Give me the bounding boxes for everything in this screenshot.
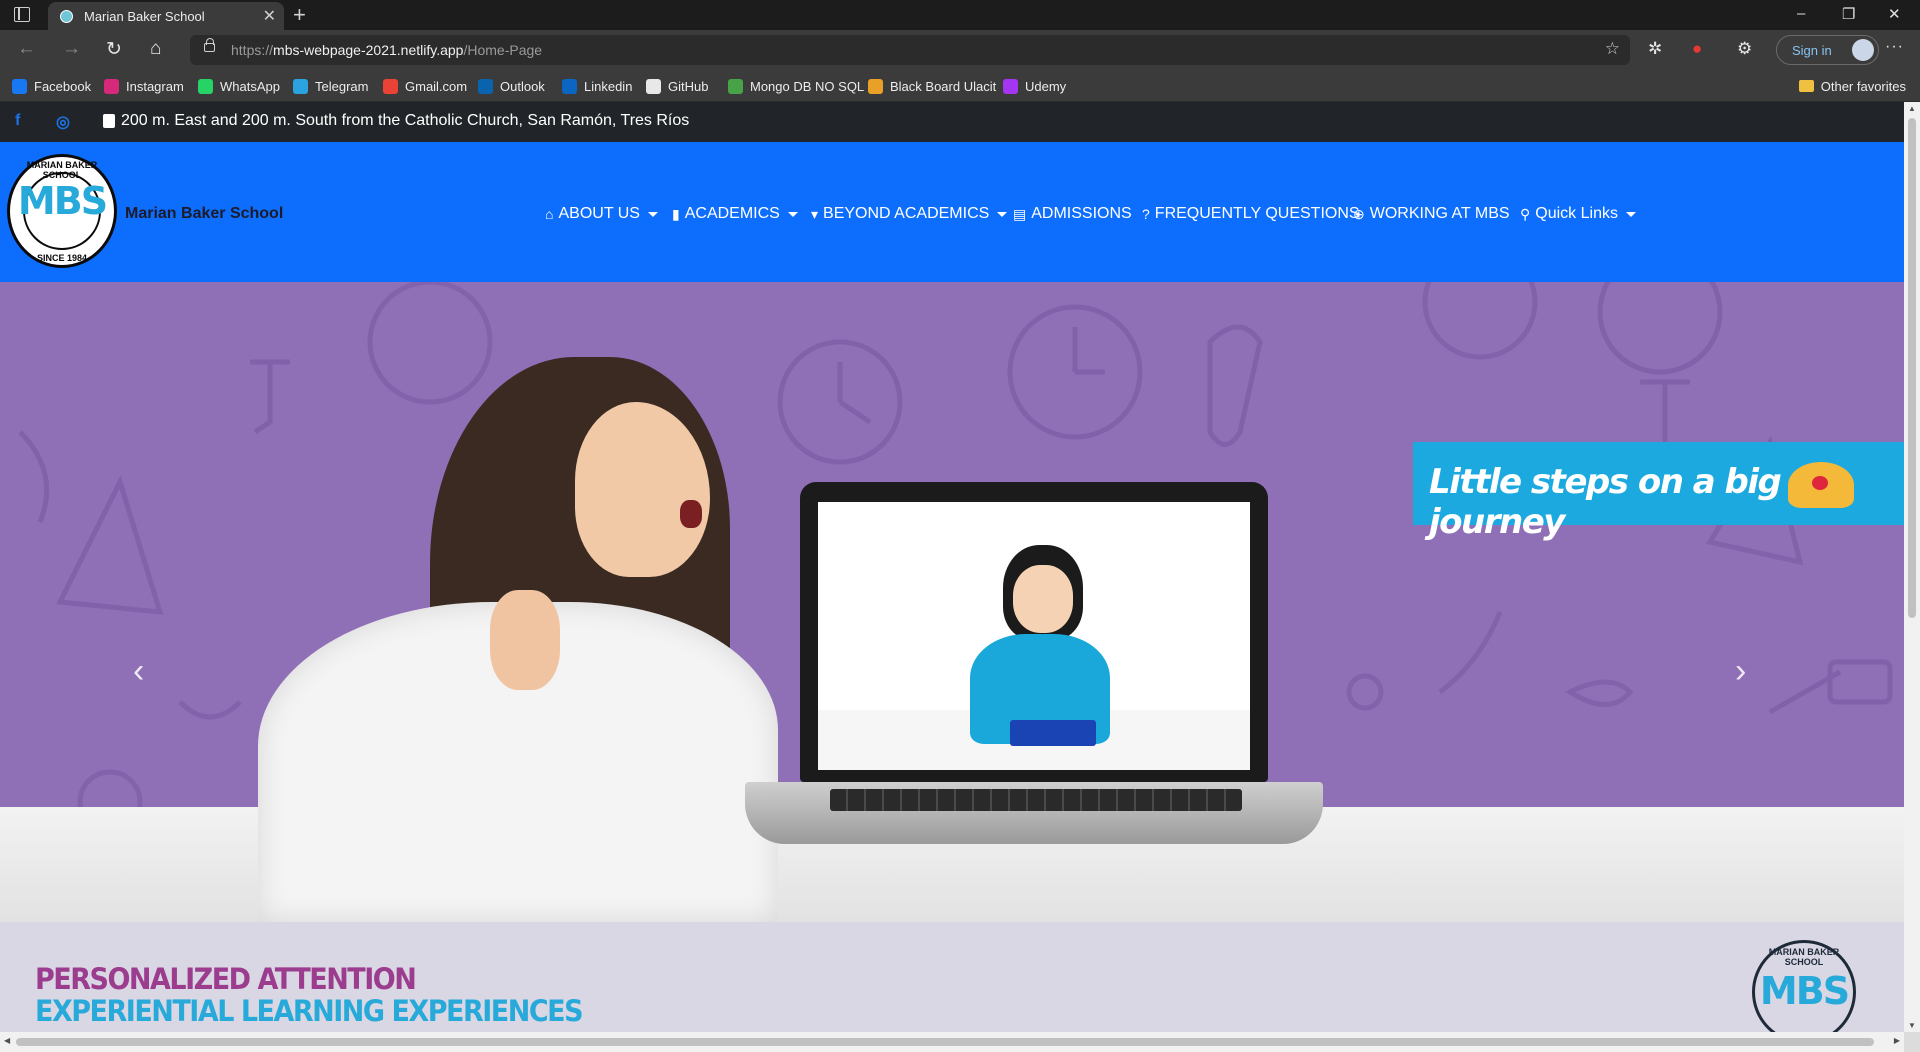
features-band: PERSONALIZED ATTENTION EXPERIENTIAL LEAR… <box>0 922 1904 1032</box>
horizontal-scrollbar[interactable]: ◀ ▶ <box>0 1032 1904 1052</box>
scroll-down-icon[interactable]: ▼ <box>1908 1021 1916 1030</box>
forward-arrow-icon[interactable]: → <box>62 38 81 60</box>
address-url[interactable]: https://mbs-webpage-2021.netlify.app/Hom… <box>231 42 542 58</box>
bookmark-mongo-db-no-sql[interactable]: Mongo DB NO SQL <box>728 77 864 95</box>
hscroll-thumb[interactable] <box>16 1038 1874 1046</box>
question-icon: ? <box>1142 206 1150 222</box>
bookmark-instagram[interactable]: Instagram <box>104 77 184 95</box>
hero-carousel: Little steps on a big journey ‹ › <box>0 282 1904 922</box>
book-icon: ▤ <box>1013 205 1027 222</box>
outlook-icon <box>478 78 493 94</box>
vertical-scrollbar[interactable]: ▲ ▼ <box>1904 102 1920 1032</box>
bookmark-udemy[interactable]: Udemy <box>1003 77 1066 95</box>
bookmark-linkedin[interactable]: Linkedin <box>562 77 632 95</box>
nav-item-quick-links[interactable]: ⚲ Quick Links <box>1520 205 1636 223</box>
browser-tab-strip: Marian Baker School ✕ + – ❐ ✕ <box>0 0 1920 30</box>
dropdown-caret-icon <box>997 211 1008 217</box>
scroll-up-icon[interactable]: ▲ <box>1908 104 1916 113</box>
facebook-icon[interactable]: f <box>15 112 20 130</box>
building-icon: ▮ <box>672 205 680 222</box>
home-icon[interactable]: ⌂ <box>150 38 161 60</box>
bookmark-icon: ▾ <box>811 205 819 222</box>
github-icon <box>646 78 661 94</box>
bookmark-outlook[interactable]: Outlook <box>478 77 545 95</box>
extensions-puzzle-icon[interactable]: ⚙ <box>1737 39 1752 59</box>
extension-settings-icon[interactable]: ✲ <box>1648 39 1662 59</box>
close-window-button[interactable]: ✕ <box>1888 5 1901 23</box>
folder-icon <box>1798 80 1814 92</box>
back-arrow-icon[interactable]: ← <box>17 38 36 60</box>
dropdown-caret-icon <box>787 211 798 217</box>
school-logo[interactable]: MARIAN BAKER SCHOOL MBS SINCE 1984 <box>7 154 117 268</box>
web-page: f ◎ 200 m. East and 200 m. South from th… <box>0 102 1904 1032</box>
main-navbar: MARIAN BAKER SCHOOL MBS SINCE 1984 Maria… <box>0 142 1904 282</box>
nav-item-about-us[interactable]: ⌂ ABOUT US <box>545 205 658 223</box>
telegram-icon <box>293 78 308 94</box>
dropdown-caret-icon <box>647 211 658 217</box>
tab-title: Marian Baker School <box>84 9 205 24</box>
address-bar[interactable]: https://mbs-webpage-2021.netlify.app/Hom… <box>190 35 1630 65</box>
brand-name[interactable]: Marian Baker School <box>125 205 283 223</box>
bookmark-github[interactable]: GitHub <box>646 77 708 95</box>
instagram-icon[interactable]: ◎ <box>56 112 70 132</box>
home-icon: ⌂ <box>545 206 554 222</box>
slogan-banner: Little steps on a big journey <box>1413 442 1904 542</box>
sign-in-button[interactable]: Sign in <box>1776 35 1879 65</box>
search-icon: ⚲ <box>1520 205 1531 222</box>
scroll-left-icon[interactable]: ◀ <box>4 1036 10 1045</box>
browser-tab[interactable]: Marian Baker School ✕ <box>48 2 284 30</box>
extension-red-icon[interactable]: ● <box>1692 39 1702 59</box>
linkedin-icon <box>562 78 577 94</box>
nav-item-beyond-academics[interactable]: ▾ BEYOND ACADEMICS <box>811 205 1008 223</box>
instagram-icon <box>104 78 119 94</box>
bookmarks-bar: Other favorites Facebook Instagram WhatsAp… <box>0 70 1920 102</box>
restore-button[interactable]: ❐ <box>1842 5 1855 23</box>
udemy-icon <box>1003 78 1018 94</box>
feature-heading-2: EXPERIENTIAL LEARNING EXPERIENCES <box>35 994 584 1029</box>
heart-hands-icon <box>1788 462 1854 508</box>
whatsapp-icon <box>198 78 213 94</box>
minimize-button[interactable]: – <box>1797 5 1805 22</box>
mongodb-icon <box>728 78 743 94</box>
carousel-prev-arrow[interactable]: ‹ <box>133 652 144 691</box>
nav-item-admissions[interactable]: ▤ ADMISSIONS <box>1013 205 1132 223</box>
nav-item-frequently-questions[interactable]: ? FREQUENTLY QUESTIONS <box>1142 205 1360 223</box>
facebook-icon <box>12 78 27 94</box>
search-plus-icon: ⊕ <box>1353 205 1365 222</box>
lock-icon[interactable] <box>204 38 215 52</box>
add-favorite-icon[interactable]: ☆ <box>1605 39 1620 59</box>
nav-item-academics[interactable]: ▮ ACADEMICS <box>672 205 798 223</box>
contact-topbar: f ◎ 200 m. East and 200 m. South from th… <box>0 102 1904 142</box>
bookmark-black-board-ulacit[interactable]: Black Board Ulacit <box>868 77 996 95</box>
bookmark-gmail-com[interactable]: Gmail.com <box>383 77 467 95</box>
tab-close-icon[interactable]: ✕ <box>263 6 276 26</box>
bookmark-telegram[interactable]: Telegram <box>293 77 368 95</box>
address-card-icon <box>103 114 115 128</box>
feature-heading-1: PERSONALIZED ATTENTION <box>35 962 417 997</box>
scroll-thumb[interactable] <box>1908 118 1916 618</box>
site-favicon-icon <box>60 10 73 23</box>
dropdown-caret-icon <box>1625 211 1636 217</box>
school-address: 200 m. East and 200 m. South from the Ca… <box>103 112 689 130</box>
new-tab-button[interactable]: + <box>293 2 306 28</box>
browser-toolbar: ← → ↻ ⌂ https://mbs-webpage-2021.netlify… <box>0 30 1920 70</box>
scroll-right-icon[interactable]: ▶ <box>1894 1036 1900 1045</box>
settings-more-icon[interactable]: ··· <box>1885 38 1904 56</box>
bookmark-facebook[interactable]: Facebook <box>12 77 91 95</box>
other-favorites-folder[interactable]: Other favorites <box>1798 77 1906 95</box>
carousel-next-arrow[interactable]: › <box>1735 652 1746 691</box>
bookmark-whatsapp[interactable]: WhatsApp <box>198 77 280 95</box>
tab-actions-icon[interactable] <box>14 7 30 22</box>
profile-avatar <box>1852 39 1874 61</box>
gmail-icon <box>383 78 398 94</box>
reload-icon[interactable]: ↻ <box>106 38 122 61</box>
blackboard-icon <box>868 78 883 94</box>
school-logo-footer: MARIAN BAKER SCHOOL MBS <box>1752 940 1856 1032</box>
nav-item-working-at-mbs[interactable]: ⊕ WORKING AT MBS <box>1353 205 1510 223</box>
